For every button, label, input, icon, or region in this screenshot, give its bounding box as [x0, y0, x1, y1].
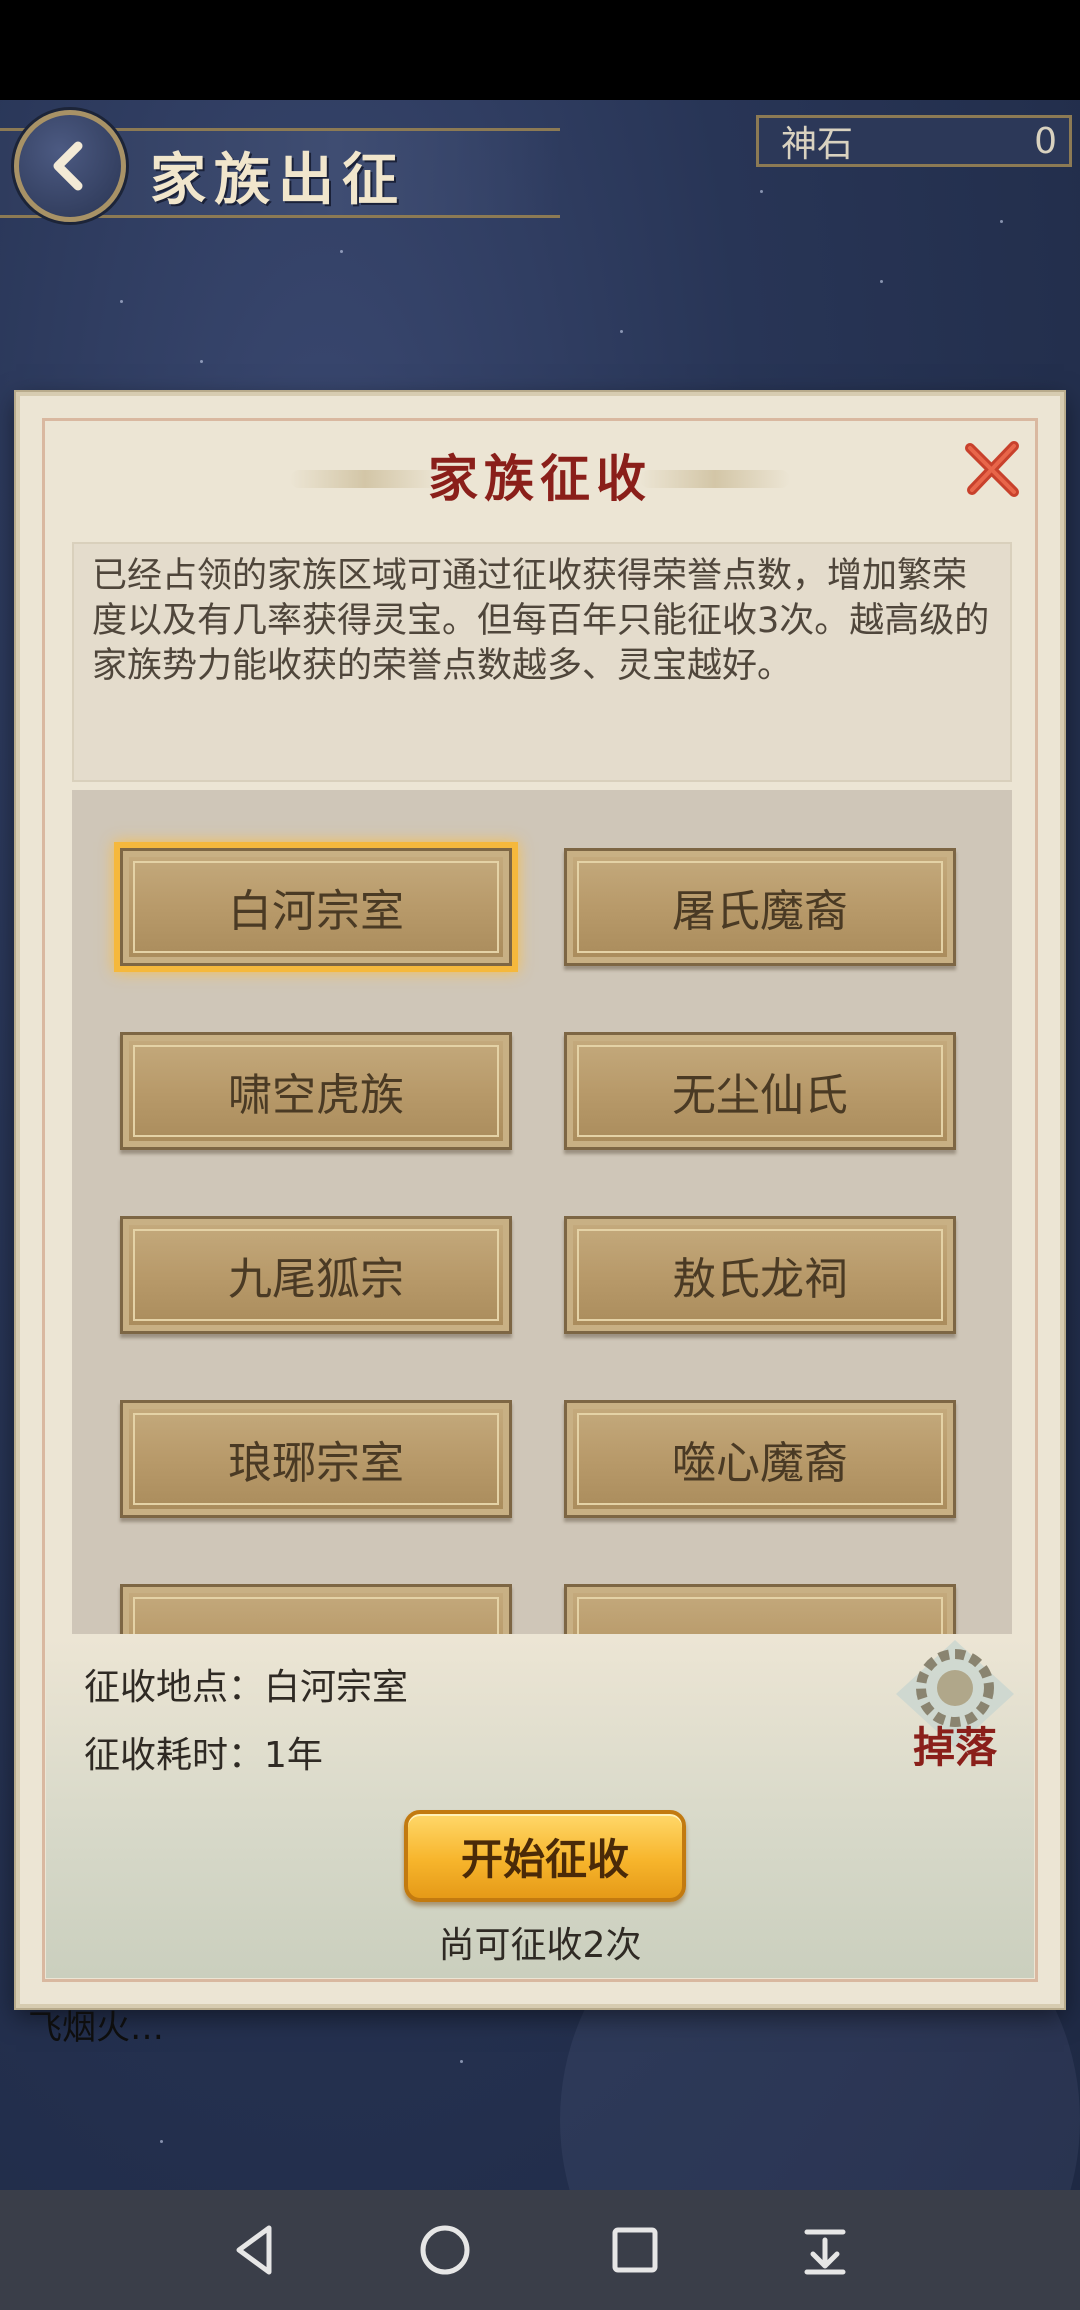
nav-download-icon [804, 2229, 846, 2275]
star [1000, 220, 1003, 223]
nav-back-triangle-icon [236, 2225, 272, 2275]
region-label: 啸空虎族 [228, 1070, 404, 1121]
currency-label: 神石 [781, 124, 854, 165]
start-collect-button[interactable]: 开始征收 [404, 1810, 686, 1902]
region-label: 九尾狐宗 [228, 1254, 404, 1305]
region-button-jiuwei[interactable]: 九尾狐宗 [120, 1216, 512, 1334]
currency-value: 0 [1034, 120, 1057, 162]
region-list[interactable]: 白河宗室 屠氏魔裔 啸空虎族 无尘仙氏 九尾狐宗 敖氏龙祠 琅琊宗室 噬心魔裔 [72, 790, 1012, 1634]
region-button-partial[interactable] [564, 1584, 956, 1634]
star [120, 300, 123, 303]
dialog-title: 家族征收 [428, 449, 652, 508]
star [460, 2060, 463, 2063]
region-button-aoshi[interactable]: 敖氏龙祠 [564, 1216, 956, 1334]
duration-info: 征收耗时：1年 [84, 1735, 323, 1776]
back-arrow-icon [53, 141, 83, 191]
location-info: 征收地点：白河宗室 [84, 1667, 409, 1708]
status-bar [0, 0, 1080, 100]
description-text: 已经占领的家族区域可通过征收获得荣誉点数，增加繁荣度以及有几率获得灵宝。但每百年… [92, 556, 990, 686]
region-label: 无尘仙氏 [672, 1070, 848, 1121]
nav-recent-square-icon [612, 2227, 658, 2273]
region-button-tushi[interactable]: 屠氏魔裔 [564, 848, 956, 966]
region-button-baihe[interactable]: 白河宗室 [120, 848, 512, 966]
region-label: 琅琊宗室 [228, 1438, 404, 1489]
drop-gear-icon: 掉落 [896, 1640, 1014, 1772]
nav-home-circle-icon [420, 2225, 470, 2275]
remaining-count: 尚可征收2次 [438, 1925, 642, 1966]
star [200, 360, 203, 363]
region-button-langya[interactable]: 琅琊宗室 [120, 1400, 512, 1518]
drop-label: 掉落 [913, 1723, 998, 1772]
region-label: 噬心魔裔 [672, 1438, 848, 1489]
system-nav-bar [0, 2190, 1080, 2310]
description-box: 已经占领的家族区域可通过征收获得荣誉点数，增加繁荣度以及有几率获得灵宝。但每百年… [72, 542, 1012, 782]
nav-recent-button[interactable] [590, 2205, 680, 2295]
title-ornament-left [290, 470, 440, 488]
currency-display: 神石 0 [756, 115, 1072, 167]
chat-snippet: 飞烟火… [28, 2008, 164, 2048]
region-button-partial[interactable] [120, 1584, 512, 1634]
region-button-xiaokong[interactable]: 啸空虎族 [120, 1032, 512, 1150]
star [620, 330, 623, 333]
star [340, 250, 343, 253]
drop-button[interactable]: 掉落 [890, 1636, 1020, 1776]
star [160, 2140, 163, 2143]
nav-back-button[interactable] [210, 2205, 300, 2295]
region-label: 屠氏魔裔 [672, 886, 848, 937]
close-button[interactable] [960, 436, 1026, 502]
title-ornament-right [640, 470, 790, 488]
collect-dialog: 家族征收 已经占领的家族区域可通过征收获得荣誉点数，增加繁荣度以及有几率获得灵宝… [16, 392, 1064, 2008]
star [880, 280, 883, 283]
back-button[interactable] [14, 110, 126, 222]
region-button-wuchen[interactable]: 无尘仙氏 [564, 1032, 956, 1150]
region-button-shixin[interactable]: 噬心魔裔 [564, 1400, 956, 1518]
page-title: 家族出征 [150, 147, 406, 213]
nav-download-button[interactable] [780, 2205, 870, 2295]
close-x-icon [965, 441, 1019, 497]
star [760, 190, 763, 193]
region-label: 白河宗室 [228, 886, 404, 937]
dialog-header: 家族征收 [290, 440, 790, 510]
nav-home-button[interactable] [400, 2205, 490, 2295]
start-collect-label: 开始征收 [460, 1834, 629, 1884]
region-label: 敖氏龙祠 [672, 1254, 848, 1305]
